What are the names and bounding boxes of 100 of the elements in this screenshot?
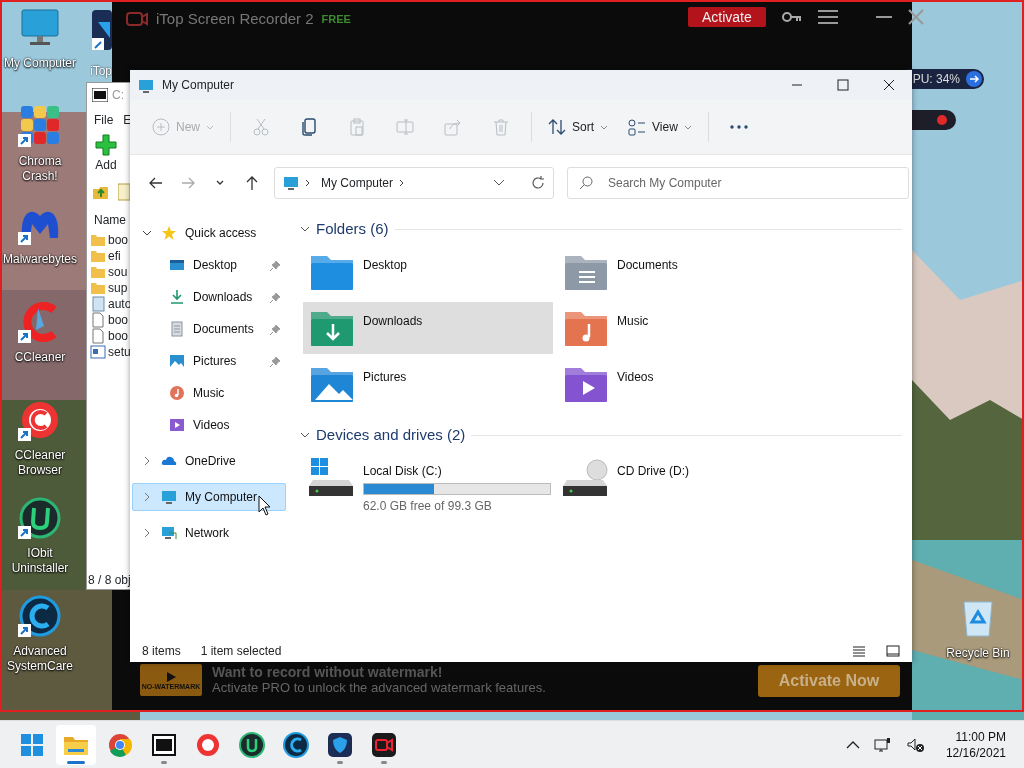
add-label: Add [95,157,117,174]
collapse-icon [300,430,310,440]
plus-icon [94,134,118,156]
network-icon [873,736,892,753]
nav-item[interactable]: Videos [132,411,286,439]
file-name: efi [108,248,121,265]
file-name: sou [108,264,128,281]
more-icon [729,125,748,129]
app-icon [370,730,398,759]
menu-item[interactable]: File [94,111,114,129]
details-view-icon [852,645,866,657]
drive-name: CD Drive (D:) [617,463,689,480]
folder-tile[interactable]: Documents [557,246,807,298]
icon-label: CCleaner [13,350,67,365]
nav-label: Music [193,385,226,402]
chevron-icon [845,739,860,750]
nav-label: Quick access [185,225,258,242]
clock-date: 12/16/2021 [945,744,1006,761]
nav-label: Pictures [193,353,238,370]
chevron-icon [399,178,406,187]
network-icon [161,525,177,541]
status-text: 8 / 8 obj [88,572,131,589]
group-header[interactable]: Devices and drives (2) [316,423,466,447]
activate-button[interactable]: Activate [688,7,766,27]
file-icon [90,344,106,360]
computer-icon [138,77,154,94]
delete-icon [492,118,510,136]
tiles-view-icon [886,645,900,657]
drive-free-space: 62.0 GB free of 99.3 GB [363,498,493,515]
drive-icon [309,458,355,498]
menu-item[interactable]: E [123,111,132,129]
nav-item[interactable]: Desktop [132,251,286,279]
edition-label: FREE [321,12,351,27]
star-icon [161,225,177,241]
icon-label: Chroma Crash! [17,154,63,184]
file-name: boo [108,328,129,345]
collapse-icon [300,224,310,234]
copy-icon [300,118,318,136]
folder-tile[interactable]: Pictures [303,358,553,410]
nav-label: Desktop [193,257,239,274]
rename-icon [396,118,414,136]
desktop-icon [169,257,185,273]
app-icon [18,496,62,540]
nav-item[interactable]: Documents [132,315,286,343]
view-button[interactable]: View [618,109,702,145]
chevron-icon [305,178,311,187]
caret-icon [206,124,214,130]
app-icon [326,730,354,759]
icon-label: Advanced SystemCare [6,644,74,674]
close-icon [907,9,924,25]
folder-tile[interactable]: Desktop [303,246,553,298]
nav-item[interactable]: OneDrive [132,447,286,475]
icon-label: Malwarebytes [2,252,78,267]
paste-icon [348,118,366,136]
cursor-icon [258,495,272,517]
search-field[interactable]: Search My Computer [567,166,909,199]
nav-item[interactable]: Quick access [132,219,286,247]
breadcrumb[interactable]: My Computer [321,173,394,192]
volume-muted-icon [905,736,924,753]
folder-tile[interactable]: Music [557,302,807,354]
recent-icon [216,180,224,185]
folder-tile[interactable]: Downloads [303,302,553,354]
folder-tile[interactable]: Videos [557,358,807,410]
file-name: sup [108,280,128,297]
file-icon [90,328,106,344]
music-icon [169,385,185,401]
icon-label: Recycle Bin [946,645,1010,662]
sort-icon [548,118,566,136]
icon-label: iTop [90,63,112,80]
computer-icon [283,174,299,191]
group-header[interactable]: Folders (6) [316,217,389,241]
address-bar[interactable]: My Computer [274,166,554,199]
file-icon [90,248,106,264]
app-icon [90,8,112,52]
sort-button[interactable]: Sort [538,109,619,145]
file-icon [90,232,106,248]
view-icon [628,118,647,136]
clock-time: 11:00 PM [954,728,1006,745]
icon-label: IObit Uninstaller [10,546,70,576]
dropdown-icon [493,178,505,187]
cpu-reading: PU: 34% [912,71,960,88]
file-name: boo [108,232,129,249]
nav-label: Videos [193,417,231,434]
promo-text: Activate PRO to unlock the advanced watermark features. [212,680,546,696]
file-name: setu [108,344,131,361]
window-title: C: [112,87,124,104]
refresh-icon [531,175,545,190]
nav-item[interactable]: Downloads [132,283,286,311]
window-title: My Computer [162,77,236,94]
drive-name: Local Disk (C:) [363,463,443,480]
app-icon [238,730,266,759]
nav-item[interactable]: Network [132,519,286,547]
drive-tile[interactable]: CD Drive (D:) [557,452,807,506]
nav-item[interactable]: Pictures [132,347,286,375]
nav-label: My Computer [185,489,259,506]
nav-item[interactable]: Music [132,379,286,407]
menu-icon [817,9,838,25]
selection-count: 1 item selected [200,643,283,660]
nav-item[interactable]: My Computer [132,483,286,511]
app-icon [282,730,310,759]
